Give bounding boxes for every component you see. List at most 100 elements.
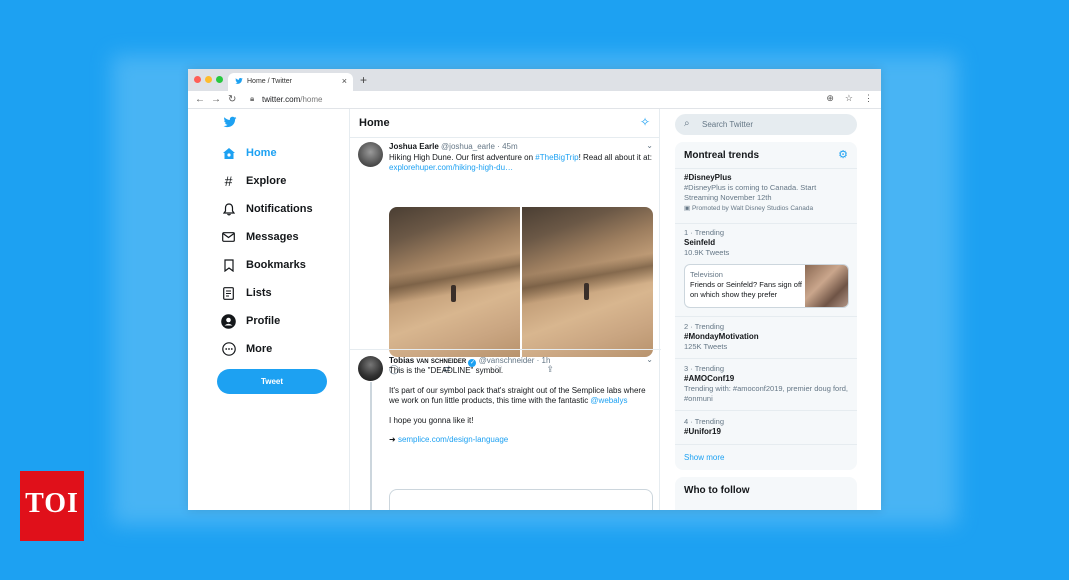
page-title: Home xyxy=(359,117,390,129)
profile-icon xyxy=(220,313,237,329)
maximize-window-button[interactable] xyxy=(216,76,223,83)
nav-profile[interactable]: Profile xyxy=(220,313,281,329)
tweet-handle: @vanschneider xyxy=(478,356,535,365)
tweet-button[interactable]: Tweet xyxy=(217,369,327,394)
nav-profile-label: Profile xyxy=(246,315,281,327)
person-figure xyxy=(584,283,589,300)
nav-explore[interactable]: # Explore xyxy=(220,173,287,189)
gear-icon[interactable]: ⚙ xyxy=(838,148,848,161)
tweet-link[interactable]: semplice.com/design-language xyxy=(398,435,508,444)
twitter-page: Home # Explore Notifications Messages Bo… xyxy=(188,109,881,510)
promoted-by: Promoted by Walt Disney Studios Canada xyxy=(691,205,814,212)
nav-home[interactable]: Home xyxy=(220,146,277,160)
hashtag-icon: # xyxy=(224,173,233,189)
trend-item[interactable]: 3 · Trending #AMOConf19 Trending with: #… xyxy=(684,364,850,404)
trend-item[interactable]: 2 · Trending #MondayMotivation 125K Twee… xyxy=(684,322,850,352)
trend-item[interactable]: 1 · Trending Seinfeld 10.9K Tweets xyxy=(684,228,850,258)
trend-meta: 3 · Trending xyxy=(684,364,725,373)
forward-button[interactable]: → xyxy=(211,94,221,105)
tweet-photo[interactable] xyxy=(522,207,653,357)
home-feed: Home ✧ Joshua Earle @joshua_earle · 45m … xyxy=(349,109,661,510)
tweet-text: It's part of our symbol pack that's stra… xyxy=(389,386,654,406)
extension-icon[interactable]: ⊕ xyxy=(826,93,834,104)
lock-icon: 🔒︎ xyxy=(250,94,255,103)
search-input[interactable]: ⌕ Search Twitter xyxy=(675,114,857,135)
nav-home-label: Home xyxy=(246,147,277,159)
trend-count: 10.9K Tweets xyxy=(684,248,730,257)
trend-name: Seinfeld xyxy=(684,238,716,247)
arrow-icon: ➜ xyxy=(389,435,398,444)
reload-button[interactable]: ↻ xyxy=(228,94,236,105)
minimize-window-button[interactable] xyxy=(205,76,212,83)
trend-item-promoted[interactable]: #DisneyPlus #DisneyPlus is coming to Can… xyxy=(684,173,850,214)
mention-link[interactable]: @webalys xyxy=(590,396,627,405)
tweet-link[interactable]: explorehuper.com/hiking-high-du… xyxy=(389,163,513,172)
nav-bookmarks-label: Bookmarks xyxy=(246,259,306,271)
nav-bookmarks[interactable]: Bookmarks xyxy=(220,258,306,272)
close-window-button[interactable] xyxy=(194,76,201,83)
left-sidebar: Home # Explore Notifications Messages Bo… xyxy=(188,109,349,510)
avatar[interactable] xyxy=(358,142,383,167)
who-to-follow-panel: Who to follow xyxy=(675,477,857,510)
nav-notifications-label: Notifications xyxy=(246,203,313,215)
nav-explore-label: Explore xyxy=(246,175,287,187)
tweet-text: I hope you gonna like it! xyxy=(389,416,474,425)
tweet-author-surname[interactable]: van schneider xyxy=(416,356,466,365)
nav-lists[interactable]: Lists xyxy=(220,286,272,300)
divider xyxy=(350,349,661,350)
search-icon: ⌕ xyxy=(684,118,690,129)
tweet-text: Hiking High Dune. Our first adventure on… xyxy=(389,153,654,173)
news-card[interactable]: Television Friends or Seinfeld? Fans sig… xyxy=(684,264,849,308)
browser-tab[interactable]: Home / Twitter × xyxy=(228,73,353,91)
bookmark-icon xyxy=(220,258,237,272)
nav-messages-label: Messages xyxy=(246,231,299,243)
tweet-text: ➜ semplice.com/design-language xyxy=(389,435,654,445)
bell-icon xyxy=(220,202,237,216)
news-category: Television xyxy=(690,270,723,279)
avatar[interactable] xyxy=(358,356,383,381)
right-sidebar: ⌕ Search Twitter Montreal trends ⚙ #Disn… xyxy=(660,109,881,510)
tweet-photo[interactable] xyxy=(389,207,520,357)
divider xyxy=(675,316,857,317)
tweet-photos xyxy=(389,207,653,357)
show-more-link[interactable]: Show more xyxy=(684,453,724,462)
chevron-down-icon[interactable]: ⌄ xyxy=(646,355,653,364)
person-figure xyxy=(451,285,456,302)
nav-more[interactable]: More xyxy=(220,342,272,356)
trend-meta: 4 · Trending xyxy=(684,417,725,426)
home-icon xyxy=(220,146,237,160)
tweet[interactable]: Tobias van schneider ✓ @vanschneider · 1… xyxy=(350,353,661,510)
browser-menu-icon[interactable]: ⋮ xyxy=(864,93,873,104)
browser-window: Home / Twitter × + ← → ↻ 🔒︎ twitter.com/… xyxy=(188,69,881,510)
back-button[interactable]: ← xyxy=(195,94,205,105)
trends-panel: Montreal trends ⚙ #DisneyPlus #DisneyPlu… xyxy=(675,142,857,470)
trend-count: 125K Tweets xyxy=(684,342,728,351)
bookmark-star-icon[interactable]: ☆ xyxy=(845,93,853,104)
chevron-down-icon[interactable]: ⌄ xyxy=(646,141,653,150)
search-placeholder: Search Twitter xyxy=(702,120,753,129)
toi-logo-text: TOI xyxy=(25,488,79,519)
tweet-author[interactable]: Tobias xyxy=(389,356,414,365)
nav-notifications[interactable]: Notifications xyxy=(220,202,313,216)
tab-close-button[interactable]: × xyxy=(342,76,347,86)
new-tab-button[interactable]: + xyxy=(360,73,367,87)
nav-messages[interactable]: Messages xyxy=(220,230,299,244)
nav-lists-label: Lists xyxy=(246,287,272,299)
hashtag-link[interactable]: #TheBigTrip xyxy=(535,153,578,162)
twitter-logo-icon[interactable] xyxy=(222,115,238,129)
url-host: twitter.com xyxy=(262,95,301,104)
browser-toolbar-right: ⊕ ☆ ⋮ xyxy=(826,93,873,104)
trend-meta: 1 · Trending xyxy=(684,228,725,237)
link-card[interactable] xyxy=(389,489,653,510)
news-headline: Friends or Seinfeld? Fans sign off on wh… xyxy=(690,280,803,299)
trend-item[interactable]: 4 · Trending #Unifor19 xyxy=(684,417,850,437)
tweet-handle: @joshua_earle xyxy=(441,142,495,151)
tweet-time: 1h xyxy=(541,356,551,365)
sparkle-icon[interactable]: ✧ xyxy=(640,115,650,129)
tweet[interactable]: Joshua Earle @joshua_earle · 45m ⌄ Hikin… xyxy=(350,139,661,374)
news-thumbnail xyxy=(805,265,848,307)
tweet-text-part: Hiking High Dune. Our first adventure on xyxy=(389,153,536,162)
tweet-author[interactable]: Joshua Earle xyxy=(389,142,439,151)
tweet-text: This is the "DEADLINE" symbol. xyxy=(389,366,504,375)
url-field[interactable]: twitter.com/home xyxy=(262,95,322,104)
